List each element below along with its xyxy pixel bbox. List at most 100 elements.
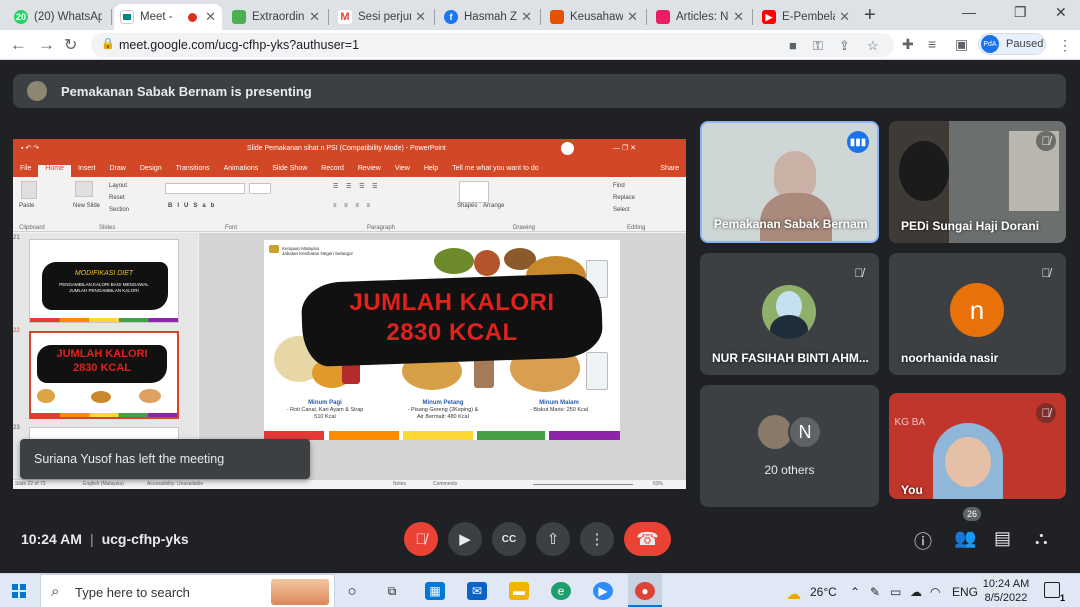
browser-menu-icon[interactable]: ⋮ — [1058, 37, 1072, 54]
media-icon[interactable]: ≡ — [928, 36, 936, 52]
meeting-code: ucg-cfhp-yks — [101, 531, 189, 547]
store-icon[interactable]: ▦ — [425, 582, 445, 600]
menu-item: Home — [38, 165, 71, 177]
paragraph-icons: ☰ ☰ ☰ ☰ — [333, 184, 381, 190]
slide-headline: JUMLAH KALORI 2830 KCAL — [304, 288, 600, 348]
tab-keusahawanan[interactable]: Keusahawanan ✕ — [544, 4, 644, 30]
others-tile[interactable]: N 20 others — [700, 385, 879, 507]
captions-button[interactable]: CC — [492, 522, 526, 556]
back-icon[interactable]: ← — [10, 35, 27, 55]
profile-button[interactable]: PdA Paused — [978, 33, 1046, 55]
ribbon-button: Section — [109, 207, 130, 213]
participant-tile[interactable]: 🎙̸ NUR FASIHAH BINTI AHM... — [700, 253, 879, 375]
participant-tile[interactable]: n 🎙̸ noorhanida nasir — [889, 253, 1066, 375]
chevron-up-icon[interactable]: ⌃ — [850, 585, 860, 599]
tab-extraordinary[interactable]: Extraordinary ✕ — [226, 4, 326, 30]
lock-icon: 🔒 — [101, 38, 115, 50]
self-video — [945, 437, 991, 487]
camera-toggle-button[interactable]: ▶ — [448, 522, 482, 556]
edge-icon[interactable]: e — [551, 582, 571, 600]
chrome-icon[interactable]: ● — [635, 582, 655, 600]
meal-caption: Minum Pagi - Roti Canai, Kari Ayam & Sir… — [270, 400, 380, 421]
participant-tile[interactable]: 🎙̸ PEDi Sungai Haji Dorani — [889, 121, 1066, 243]
meal-desc: - Biskut Marie: 250 Kcal — [529, 407, 589, 413]
restore-button[interactable]: ❐ — [1014, 4, 1027, 21]
info-icon[interactable]: ⓘ — [914, 528, 932, 554]
camera-icon[interactable]: ■ — [789, 38, 797, 53]
tab-articles[interactable]: Articles: News ✕ — [650, 4, 750, 30]
minimize-button[interactable]: — — [962, 4, 976, 20]
shared-screen[interactable]: ▪ ↶ ↷ Slide Pemakanan sihat n PSI (Compa… — [13, 139, 686, 489]
slide-thumbnail-selected[interactable]: JUMLAH KALORI 2830 KCAL — [29, 331, 179, 419]
ribbon-group-label: Slides — [99, 225, 116, 231]
close-icon[interactable]: ✕ — [309, 9, 320, 25]
close-icon[interactable]: ✕ — [415, 9, 426, 25]
participant-tile[interactable]: ▮▮▮ Pemakanan Sabak Bernam — [700, 121, 879, 243]
close-icon[interactable]: ✕ — [839, 9, 850, 25]
present-button[interactable]: ⇧ — [536, 522, 570, 556]
ribbon-button: Layout — [109, 183, 128, 189]
battery-icon[interactable]: ▭ — [890, 585, 901, 599]
menu-item: Tell me what you want to do — [452, 165, 539, 172]
new-tab-button[interactable]: + — [864, 4, 876, 27]
url-text[interactable]: meet.google.com/ucg-cfhp-yks?authuser=1 — [119, 38, 359, 52]
activities-icon[interactable]: ⛬ — [1035, 528, 1048, 549]
notes-button: Notes — [393, 481, 407, 487]
taskbar-clock[interactable]: 10:24 AM 8/5/2022 — [980, 577, 1032, 605]
onedrive-icon[interactable]: ☁ — [910, 585, 922, 599]
video-camera-icon: ▶ — [459, 531, 471, 548]
more-options-button[interactable]: ⋮ — [580, 522, 614, 556]
windows-start-icon[interactable] — [12, 584, 26, 598]
zoom-icon[interactable]: ▶ — [593, 582, 613, 600]
color-bar — [477, 431, 545, 440]
tab-hasmah[interactable]: f Hasmah Zainal ✕ — [438, 4, 538, 30]
meeting-info: 10:24 AM | ucg-cfhp-yks — [21, 531, 189, 547]
share-icon[interactable]: ⇪ — [839, 38, 850, 54]
taskbar-search[interactable]: ⌕ Type here to search — [40, 574, 335, 607]
wifi-icon[interactable]: ◠ — [930, 585, 940, 599]
avatar: N — [788, 415, 822, 449]
slide-headline-line2: 2830 KCAL — [386, 319, 518, 346]
participant-name: Pemakanan Sabak Bernam — [714, 217, 868, 231]
self-tile[interactable]: KG BA 🎙̸ You — [889, 393, 1066, 499]
sidebar-icon[interactable]: ▣ — [955, 36, 968, 53]
tab-sesi[interactable]: M Sesi perjumpaan ✕ — [332, 4, 432, 30]
cortana-icon[interactable]: ○ — [342, 582, 362, 600]
close-icon[interactable]: ✕ — [205, 9, 216, 25]
slide-thumbnail[interactable]: MODIFIKASI DIET PENGAMBILAN KALORI BAGI … — [29, 239, 179, 323]
canva-icon — [656, 10, 670, 24]
tab-whatsapp[interactable]: 20 (20) WhatsApp — [8, 4, 108, 30]
thumb-subtitle: PENGAMBILAN KALORI BAGI MENGAWAL JUMLAH … — [59, 282, 149, 293]
language-indicator[interactable]: ENG — [952, 585, 978, 599]
paste-icon — [21, 181, 37, 199]
menu-item: Design — [139, 165, 162, 172]
ribbon-button: Paste — [19, 203, 35, 209]
weather-temp[interactable]: 26°C — [810, 585, 837, 599]
task-view-icon[interactable]: ⧉ — [382, 582, 402, 600]
notifications-icon[interactable]: 1 — [1044, 582, 1065, 603]
current-slide[interactable]: Kerajaan Malaysia Jabatan Kesihatan Nege… — [264, 240, 620, 440]
close-window-button[interactable]: ✕ — [1055, 4, 1067, 21]
address-bar[interactable]: 🔒 meet.google.com/ucg-cfhp-yks?authuser=… — [91, 33, 894, 57]
key-icon[interactable]: ⚿ — [813, 38, 823, 54]
close-icon[interactable]: ✕ — [733, 9, 744, 25]
mic-toggle-button[interactable]: 🎙̸ — [404, 522, 438, 556]
menu-item: Insert — [77, 165, 96, 172]
weather-icon: ☁ — [786, 586, 801, 603]
bookmark-star-icon[interactable]: ☆ — [867, 38, 879, 54]
forward-icon[interactable]: → — [38, 35, 55, 55]
tab-meet[interactable]: Meet - ✕ — [114, 4, 222, 30]
reload-icon[interactable]: ↻ — [64, 35, 77, 55]
extensions-icon[interactable]: ✚ — [902, 36, 914, 53]
tab-epembelajaran[interactable]: ▶ E-Pembelajaran ✕ — [756, 4, 856, 30]
menu-item: Draw — [109, 165, 126, 172]
chat-icon[interactable]: ▤ — [994, 528, 1011, 549]
leave-call-button[interactable]: ☎ — [624, 522, 671, 556]
people-icon[interactable]: 👥 — [954, 528, 976, 549]
mail-icon[interactable]: ✉ — [467, 582, 487, 600]
close-icon[interactable]: ✕ — [521, 9, 532, 25]
meal-title: Minum Malam — [539, 400, 579, 406]
file-explorer-icon[interactable]: ▬ — [509, 582, 529, 600]
close-icon[interactable]: ✕ — [627, 9, 638, 25]
pen-icon[interactable]: ✎ — [870, 585, 880, 599]
